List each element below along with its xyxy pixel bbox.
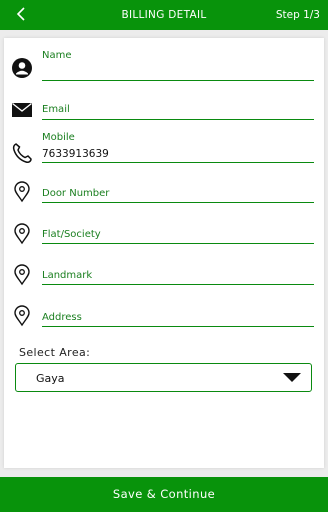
dropdown-arrow-icon[interactable]: [283, 373, 301, 383]
address-label: Address: [42, 312, 82, 323]
mobile-row: Mobile 7633913639: [4, 130, 324, 168]
area-selected-value: Gaya: [36, 372, 65, 385]
name-row: Name: [4, 48, 324, 88]
address-field[interactable]: Address: [42, 306, 314, 327]
mail-icon: [12, 102, 32, 117]
landmark-field[interactable]: Landmark: [42, 265, 314, 285]
landmark-row: Landmark: [4, 260, 324, 290]
person-icon: [12, 58, 32, 78]
door-number-label: Door Number: [42, 188, 110, 199]
save-continue-button[interactable]: Save & Continue: [0, 477, 328, 512]
step-indicator: Step 1/3: [275, 9, 320, 21]
name-field[interactable]: Name: [42, 48, 314, 81]
location-pin-icon: [14, 305, 30, 327]
location-pin-icon: [14, 181, 30, 203]
phone-icon: [12, 143, 32, 163]
location-pin-icon: [14, 223, 30, 245]
flat-society-field[interactable]: Flat/Society: [42, 224, 314, 244]
app-bar: BILLING DETAIL Step 1/3: [0, 0, 328, 30]
area-dropdown[interactable]: Gaya: [15, 363, 312, 392]
landmark-label: Landmark: [42, 270, 93, 281]
mobile-value: 7633913639: [42, 148, 109, 160]
flat-row: Flat/Society: [4, 219, 324, 249]
location-pin-icon: [14, 264, 30, 286]
mobile-label: Mobile: [42, 132, 75, 143]
email-label: Email: [42, 104, 70, 115]
email-field[interactable]: Email: [42, 100, 314, 120]
name-label: Name: [42, 50, 72, 61]
billing-form-card: Name Email Mobile 7633913639 Door Number: [4, 38, 324, 468]
door-number-field[interactable]: Door Number: [42, 183, 314, 203]
flat-society-label: Flat/Society: [42, 229, 101, 240]
door-row: Door Number: [4, 178, 324, 208]
select-area-label: Select Area:: [19, 346, 91, 359]
mobile-field[interactable]: Mobile 7633913639: [42, 130, 314, 163]
email-row: Email: [4, 96, 324, 126]
address-row: Address: [4, 301, 324, 331]
